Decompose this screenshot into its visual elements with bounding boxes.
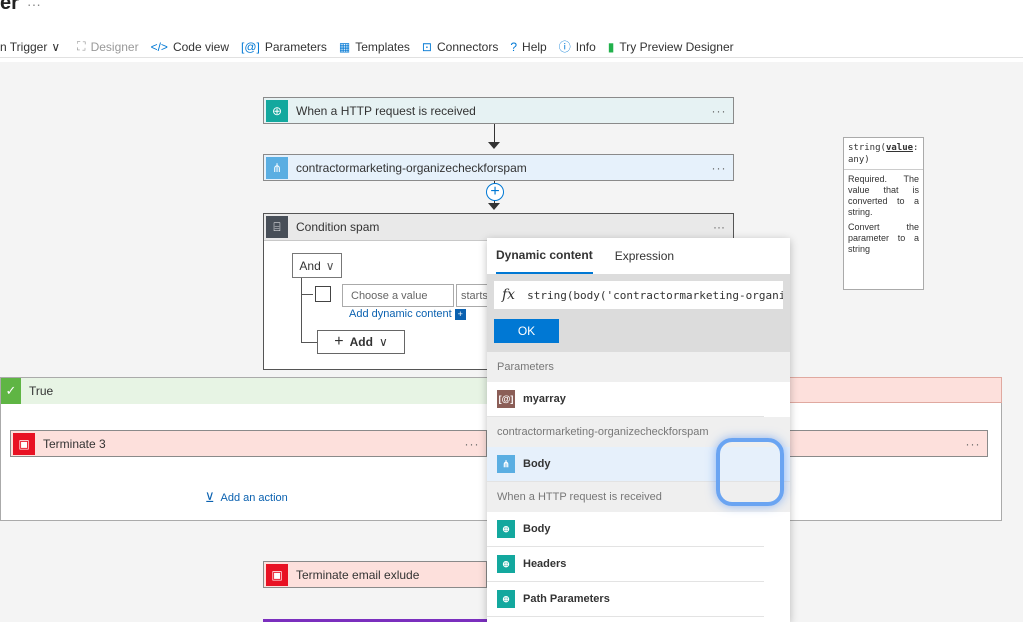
function-icon: fx [502,287,516,303]
parameters-button[interactable]: [@] Parameters [241,40,327,54]
tooltip-description: Convert the parameter to a string [848,222,919,254]
tooltip-description: Required. The value that is converted to… [848,174,919,217]
bookmark-icon: ▮ [607,39,615,54]
tree-line [301,342,317,343]
insert-step-button[interactable]: + [486,183,504,201]
row-checkbox[interactable] [315,286,331,302]
add-dynamic-content-link[interactable]: Add dynamic content + [349,308,466,320]
parameters-icon: [@] [240,39,260,54]
chevron-down-icon: ∨ [325,258,335,273]
http-request-icon: ⊕ [497,520,515,538]
more-icon[interactable]: ··· [705,161,733,175]
try-preview-designer-button[interactable]: ▮ Try Preview Designer [608,40,734,54]
templates-button[interactable]: ▦ Templates [339,40,410,54]
dynamic-item-trigger-body[interactable]: ⊕ Body [487,512,764,547]
arrow-head-icon [488,142,500,149]
page-title: er ··· [0,0,41,14]
designer-toolbar: n Trigger ∨ ⛶ Designer </> Code view [@] Par… [0,36,1023,58]
connectors-button[interactable]: ⊡ Connectors [422,40,498,54]
workflow-icon: ⋔ [497,455,515,473]
condition-operator-select[interactable]: starts [456,284,490,307]
condition-icon: ⌸ [266,216,288,238]
terminate-icon: ▣ [13,432,35,455]
click-highlight [716,438,784,506]
section-header: Parameters [487,352,790,382]
add-action-button[interactable]: ⊻ Add an action [205,490,288,506]
http-request-icon: ⊕ [266,99,288,122]
and-or-dropdown[interactable]: And ∨ [292,253,342,278]
choose-value-input[interactable]: Choose a value [342,284,454,307]
dynamic-content-panel: Dynamic content Expression fx string(bod… [487,238,790,622]
false-branch [790,403,1002,521]
trigger-dropdown[interactable]: n Trigger ∨ [0,40,65,54]
connector-arrow [494,124,495,144]
info-button[interactable]: ⓘ Info [559,38,596,55]
code-icon: </> [150,39,168,54]
checkmark-icon: ✓ [1,378,21,404]
more-icon[interactable]: ··· [458,437,486,451]
terminate-icon: ▣ [266,563,288,586]
ok-button[interactable]: OK [494,319,559,343]
more-icon[interactable]: ··· [959,437,987,451]
add-condition-button[interactable]: + Add ∨ [317,330,405,354]
more-icon[interactable]: ··· [27,0,41,12]
trigger-card[interactable]: ⊕ When a HTTP request is received ··· [263,97,734,124]
workflow-icon: ⋔ [266,156,288,179]
connectors-icon: ⊡ [421,39,432,54]
http-request-icon: ⊕ [497,555,515,573]
plus-icon: + [334,333,344,350]
function-tooltip: string(value: any) Required. The value t… [843,137,924,290]
tab-dynamic-content[interactable]: Dynamic content [496,238,593,274]
more-icon[interactable]: ··· [705,104,733,118]
terminate-email-card[interactable]: ▣ Terminate email exlude [263,561,487,588]
http-request-icon: ⊕ [497,590,515,608]
chevron-down-icon: ∨ [378,335,388,349]
parameter-icon: [@] [497,390,515,408]
tab-expression[interactable]: Expression [615,238,674,274]
function-signature: string(value: any) [844,138,923,170]
add-action-icon: ⊻ [205,490,215,505]
tree-line [301,278,302,342]
dynamic-item-headers[interactable]: ⊕ Headers [487,547,764,582]
tree-line [301,294,313,295]
terminate-3-card[interactable]: ▣ Terminate 3 ··· [10,430,487,457]
designer-icon: ⛶ [77,39,86,53]
false-action-card[interactable]: ··· [790,430,988,457]
chevron-down-icon: ∨ [51,39,61,54]
info-icon: ⓘ [558,40,571,54]
expression-input[interactable]: fx string(body('contractormarketing-orga… [494,281,783,309]
plus-icon: + [454,308,466,320]
spam-check-card[interactable]: ⋔ contractormarketing-organizecheckforsp… [263,154,734,181]
arrow-head-icon [488,203,500,210]
more-icon[interactable]: ··· [705,220,733,234]
code-view-button[interactable]: </> Code view [151,40,229,54]
help-icon: ? [510,39,518,54]
help-button[interactable]: ? Help [510,40,546,54]
templates-icon: ▦ [338,39,351,54]
dynamic-item-myarray[interactable]: [@] myarray [487,382,764,417]
false-branch-header [790,377,1002,403]
designer-button[interactable]: ⛶ Designer [77,39,138,54]
dynamic-item-path-parameters[interactable]: ⊕ Path Parameters [487,582,764,617]
